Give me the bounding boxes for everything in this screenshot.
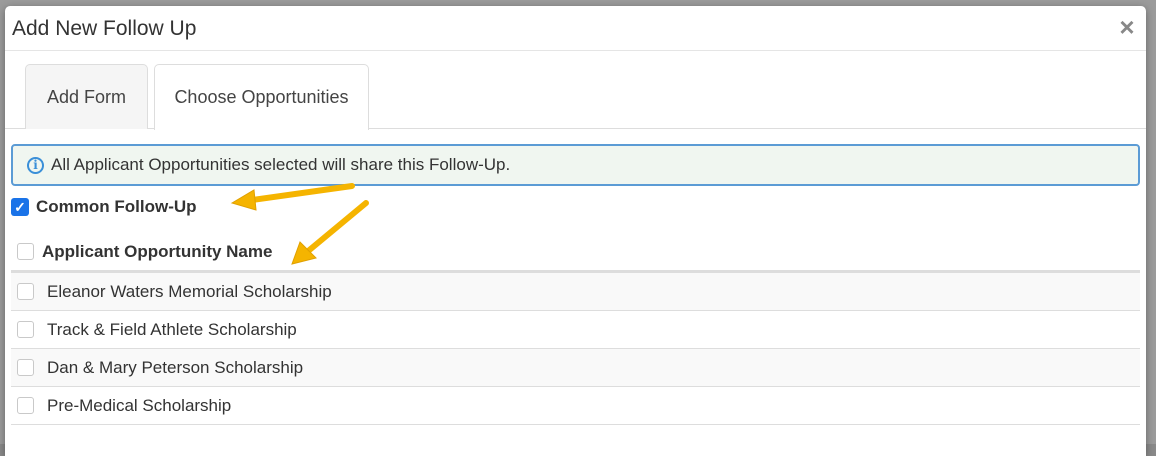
opportunity-name: Eleanor Waters Memorial Scholarship xyxy=(47,281,332,301)
tab-add-form[interactable]: Add Form xyxy=(25,64,148,129)
info-alert: i All Applicant Opportunities selected w… xyxy=(11,144,1140,186)
common-follow-up-label[interactable]: Common Follow-Up xyxy=(36,197,197,217)
row-checkbox[interactable] xyxy=(17,283,34,300)
close-icon[interactable]: × xyxy=(1116,14,1138,40)
select-all-checkbox[interactable] xyxy=(17,243,34,260)
row-checkbox[interactable] xyxy=(17,321,34,338)
modal-title: Add New Follow Up xyxy=(12,17,197,40)
row-checkbox[interactable] xyxy=(17,397,34,414)
opportunity-name: Track & Field Athlete Scholarship xyxy=(47,319,297,339)
row-checkbox[interactable] xyxy=(17,359,34,376)
opportunity-list: Eleanor Waters Memorial Scholarship Trac… xyxy=(11,273,1140,425)
opportunity-name: Pre-Medical Scholarship xyxy=(47,395,232,415)
alert-text: All Applicant Opportunities selected wil… xyxy=(51,155,511,174)
modal-header: Add New Follow Up × xyxy=(5,6,1146,51)
tab-bar: Add Form Choose Opportunities xyxy=(5,63,1146,130)
table-row[interactable]: Dan & Mary Peterson Scholarship xyxy=(11,349,1140,387)
column-header-name: Applicant Opportunity Name xyxy=(42,241,273,261)
add-follow-up-modal: Add New Follow Up × Add Form Choose Oppo… xyxy=(5,6,1146,456)
tab-choose-opportunities[interactable]: Choose Opportunities xyxy=(154,64,369,130)
common-follow-up-row: ✓ Common Follow-Up xyxy=(11,195,197,219)
info-icon: i xyxy=(27,156,44,174)
opportunity-name: Dan & Mary Peterson Scholarship xyxy=(47,357,304,377)
table-header: Applicant Opportunity Name xyxy=(11,233,1140,273)
table-row[interactable]: Eleanor Waters Memorial Scholarship xyxy=(11,273,1140,311)
common-follow-up-checkbox[interactable]: ✓ xyxy=(11,198,29,216)
table-row[interactable]: Track & Field Athlete Scholarship xyxy=(11,311,1140,349)
table-row[interactable]: Pre-Medical Scholarship xyxy=(11,387,1140,425)
